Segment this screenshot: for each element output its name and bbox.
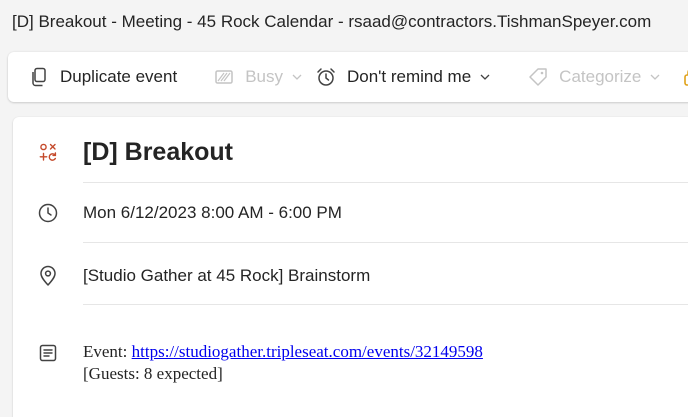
alarm-clock-icon [315, 66, 337, 88]
lock-button[interactable] [667, 60, 688, 94]
chevron-down-icon [291, 71, 303, 83]
categorize-label: Categorize [559, 67, 642, 86]
duplicate-event-label: Duplicate event [60, 67, 178, 86]
event-details-card: [D] Breakout Mon 6/12/2023 8:00 AM - 6:0… [13, 117, 688, 417]
toolbar: Duplicate event Busy Don't remind me Cat… [8, 52, 688, 102]
event-location[interactable]: [Studio Gather at 45 Rock] Brainstorm [83, 266, 370, 286]
event-window: [D] Breakout - Meeting - 45 Rock Calenda… [0, 0, 688, 417]
busy-status-label: Busy [245, 67, 283, 86]
window-title: [D] Breakout - Meeting - 45 Rock Calenda… [12, 12, 652, 31]
lock-icon [681, 66, 688, 88]
event-title[interactable]: [D] Breakout [83, 138, 233, 167]
location-pin-icon [37, 265, 59, 287]
event-body-prefix: Event: [83, 342, 132, 361]
event-body: Event: https://studiogather.tripleseat.c… [83, 341, 483, 385]
clock-icon [37, 202, 59, 224]
event-datetime[interactable]: Mon 6/12/2023 8:00 AM - 6:00 PM [83, 203, 342, 223]
duplicate-event-button[interactable]: Duplicate event [22, 60, 183, 94]
event-body-link-line: Event: https://studiogather.tripleseat.c… [83, 341, 483, 363]
tag-icon [527, 66, 549, 88]
reminder-dropdown[interactable]: Don't remind me [309, 60, 497, 94]
notes-icon [37, 342, 59, 364]
event-body-row: Event: https://studiogather.tripleseat.c… [13, 341, 688, 389]
reminder-label: Don't remind me [346, 67, 472, 86]
divider [83, 304, 688, 305]
event-time-row: Mon 6/12/2023 8:00 AM - 6:00 PM [13, 199, 688, 227]
categorize-dropdown[interactable]: Categorize [521, 60, 667, 94]
event-title-row: [D] Breakout [13, 135, 688, 169]
event-location-row: [Studio Gather at 45 Rock] Brainstorm [13, 262, 688, 290]
divider [83, 242, 688, 243]
event-link[interactable]: https://studiogather.tripleseat.com/even… [132, 342, 483, 361]
busy-status-dropdown[interactable]: Busy [207, 60, 309, 94]
chevron-down-icon [649, 71, 661, 83]
busy-status-icon [213, 66, 235, 88]
event-body-guests: [Guests: 8 expected] [83, 364, 223, 383]
divider [83, 182, 688, 183]
chevron-down-icon [479, 71, 491, 83]
event-type-icon [37, 141, 59, 163]
duplicate-icon [28, 66, 50, 88]
